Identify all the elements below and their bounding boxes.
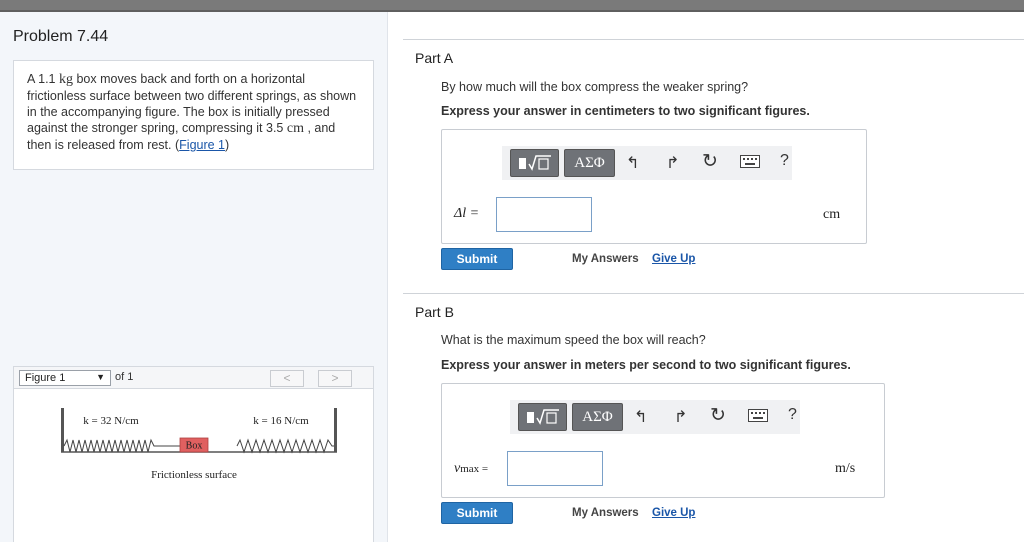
part-b-instruction: Express your answer in meters per second… bbox=[441, 358, 851, 372]
problem-text-part-a: A 1.1 bbox=[27, 72, 59, 86]
part-b-divider bbox=[403, 293, 1024, 294]
greek-symbols-icon[interactable]: ΑΣΦ bbox=[564, 149, 615, 177]
reset-icon[interactable]: ↻ bbox=[702, 150, 718, 173]
unit-kg: kg bbox=[58, 72, 73, 87]
undo-icon[interactable]: ↰ bbox=[634, 407, 647, 427]
k-right-label: k = 16 N/cm bbox=[253, 415, 309, 427]
redo-icon[interactable]: ↱ bbox=[666, 153, 679, 173]
weak-spring bbox=[236, 438, 334, 454]
part-a-divider bbox=[403, 39, 1024, 40]
figure-panel: Figure 1 ▼ of 1 < > Box k = 32 N/cm k = … bbox=[13, 366, 374, 542]
part-a: Part A By how much will the box compress… bbox=[389, 12, 1024, 282]
problem-statement: A 1.1 kg box moves back and forth on a h… bbox=[13, 60, 374, 170]
reset-icon[interactable]: ↻ bbox=[710, 404, 726, 427]
figure-next-button[interactable]: > bbox=[318, 370, 352, 387]
problem-text-part-d: ) bbox=[225, 138, 230, 152]
part-b-answer-label-sub: max bbox=[460, 463, 480, 475]
part-a-answer-box: ΑΣΦ ↰ ↱ ↻ ? Δl = cm bbox=[441, 129, 867, 244]
figure-select-value: Figure 1 bbox=[25, 372, 66, 384]
part-b: Part B What is the maximum speed the box… bbox=[389, 282, 1024, 542]
part-a-unit: cm bbox=[823, 207, 841, 222]
part-a-question: By how much will the box compress the we… bbox=[441, 80, 749, 94]
part-b-answer-label: vmax = bbox=[454, 461, 488, 477]
part-a-answer-input[interactable] bbox=[496, 197, 592, 232]
stiff-spring bbox=[63, 438, 180, 453]
part-a-give-up-link[interactable]: Give Up bbox=[652, 253, 695, 265]
templates-icon[interactable] bbox=[510, 149, 559, 177]
undo-icon[interactable]: ↰ bbox=[626, 153, 639, 173]
part-a-title: Part A bbox=[415, 50, 454, 66]
part-b-question: What is the maximum speed the box will r… bbox=[441, 333, 706, 347]
part-b-answer-label-eq: = bbox=[479, 463, 489, 475]
top-bar bbox=[0, 0, 1024, 12]
keyboard-icon[interactable] bbox=[740, 155, 760, 173]
help-icon[interactable]: ? bbox=[788, 406, 797, 424]
part-b-my-answers-link[interactable]: My Answers bbox=[572, 507, 639, 519]
templates-icon[interactable] bbox=[518, 403, 567, 431]
keyboard-icon[interactable] bbox=[748, 409, 768, 427]
box-label: Box bbox=[186, 441, 203, 452]
figure-prev-button[interactable]: < bbox=[270, 370, 304, 387]
part-b-toolbar: ΑΣΦ ↰ ↱ ↻ ? bbox=[510, 400, 800, 434]
figure-toolbar: Figure 1 ▼ of 1 < > bbox=[14, 367, 373, 389]
figure-link[interactable]: Figure 1 bbox=[179, 138, 225, 152]
part-a-instruction: Express your answer in centimeters to tw… bbox=[441, 104, 810, 118]
figure-count: of 1 bbox=[115, 371, 134, 383]
greek-symbols-icon[interactable]: ΑΣΦ bbox=[572, 403, 623, 431]
surface-label: Frictionless surface bbox=[151, 469, 237, 481]
right-wall bbox=[334, 408, 337, 452]
problem-column: Problem 7.44 A 1.1 kg box moves back and… bbox=[0, 12, 388, 542]
part-b-answer-box: ΑΣΦ ↰ ↱ ↻ ? vmax = m/s bbox=[441, 383, 885, 498]
part-b-unit: m/s bbox=[835, 461, 856, 476]
spring-figure: Box k = 32 N/cm k = 16 N/cm Frictionless… bbox=[61, 408, 337, 481]
part-a-answer-label: Δl = bbox=[454, 206, 480, 221]
part-b-answer-input[interactable] bbox=[507, 451, 603, 486]
unit-cm: cm bbox=[286, 121, 304, 136]
part-b-submit-button[interactable]: Submit bbox=[441, 502, 513, 524]
part-b-give-up-link[interactable]: Give Up bbox=[652, 507, 695, 519]
problem-title: Problem 7.44 bbox=[13, 28, 109, 45]
part-a-my-answers-link[interactable]: My Answers bbox=[572, 253, 639, 265]
k-left-label: k = 32 N/cm bbox=[83, 415, 139, 427]
part-b-title: Part B bbox=[415, 304, 454, 320]
redo-icon[interactable]: ↱ bbox=[674, 407, 687, 427]
left-wall bbox=[61, 408, 64, 452]
figure-select[interactable]: Figure 1 ▼ bbox=[19, 370, 111, 386]
part-a-submit-button[interactable]: Submit bbox=[441, 248, 513, 270]
part-a-toolbar: ΑΣΦ ↰ ↱ ↻ ? bbox=[502, 146, 792, 180]
help-icon[interactable]: ? bbox=[780, 152, 789, 170]
chevron-down-icon: ▼ bbox=[96, 372, 105, 382]
